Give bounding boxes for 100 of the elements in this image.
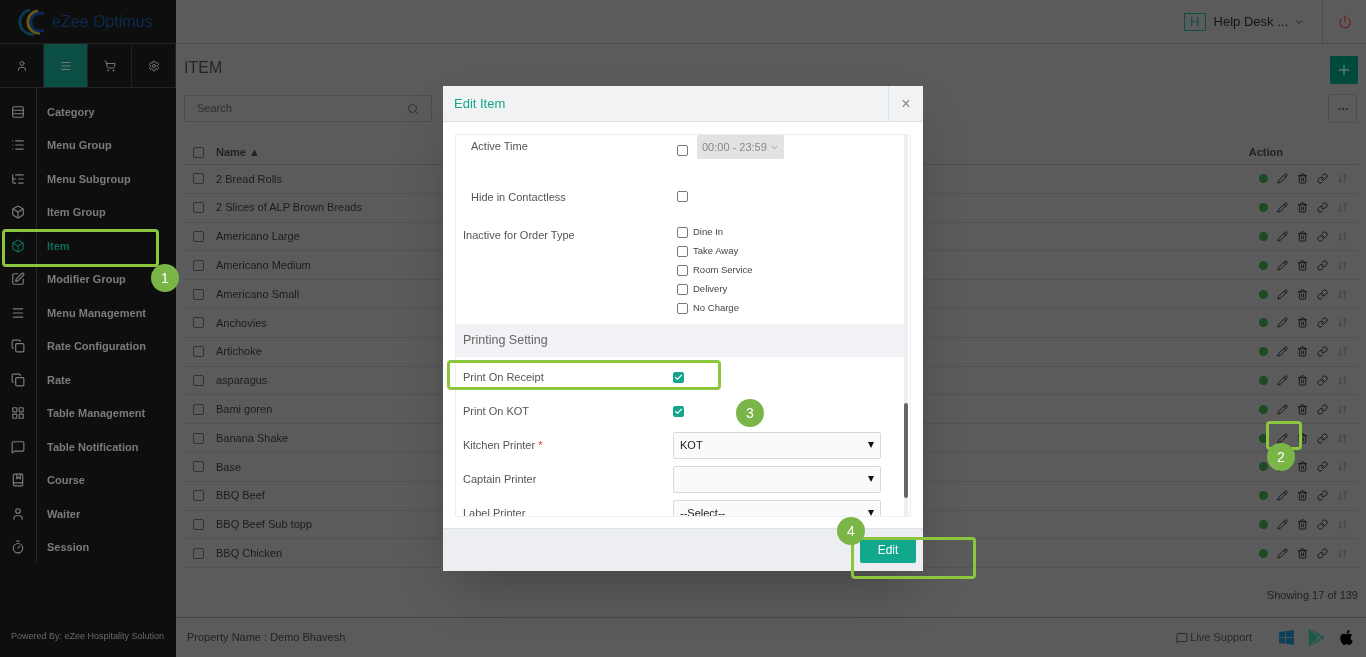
- sidebar-item[interactable]: Session: [0, 530, 94, 564]
- edit-icon[interactable]: [1277, 173, 1288, 185]
- column-header[interactable]: Name ▲: [216, 143, 260, 161]
- sidebar-item[interactable]: Rate Configuration: [0, 329, 150, 363]
- checkbox[interactable]: [193, 146, 204, 158]
- checkbox[interactable]: [193, 490, 204, 502]
- nav-tab[interactable]: [44, 44, 88, 87]
- link-icon[interactable]: [1317, 461, 1328, 473]
- link-icon[interactable]: [1317, 518, 1328, 530]
- rows-icon: [11, 104, 25, 119]
- edit-icon[interactable]: [1277, 346, 1288, 358]
- checkbox[interactable]: [193, 173, 204, 185]
- edit-icon[interactable]: [1277, 259, 1288, 271]
- edit-icon[interactable]: [1277, 288, 1288, 300]
- item-name: Anchovies: [216, 315, 267, 331]
- printer-select[interactable]: [673, 465, 881, 493]
- checkbox[interactable]: [677, 227, 688, 238]
- edit-icon[interactable]: [1277, 403, 1288, 415]
- sidebar-item[interactable]: Item: [0, 229, 74, 263]
- checkbox[interactable]: [193, 432, 204, 444]
- check-icon: [674, 372, 683, 382]
- item-name: Artichoke: [216, 344, 262, 360]
- list-tree-icon: [11, 171, 25, 186]
- add-button[interactable]: [1330, 56, 1358, 84]
- option-label: Dine In: [693, 225, 724, 240]
- printer-select[interactable]: --Select--: [673, 499, 881, 516]
- windows-icon[interactable]: [1278, 629, 1295, 646]
- link-icon[interactable]: [1317, 346, 1328, 358]
- edit-icon[interactable]: [1277, 231, 1288, 242]
- checkbox[interactable]: [673, 405, 684, 417]
- delete-icon[interactable]: [1297, 432, 1308, 444]
- sidebar-item[interactable]: Table Notification: [0, 430, 143, 464]
- checkbox[interactable]: [677, 303, 688, 314]
- edit-icon[interactable]: [1277, 374, 1288, 386]
- item-name: 2 Bread Rolls: [216, 171, 283, 187]
- sidebar-item[interactable]: Item Group: [0, 195, 110, 229]
- link-icon[interactable]: [1317, 374, 1328, 386]
- checkbox[interactable]: [193, 259, 204, 271]
- user-icon: [15, 59, 28, 72]
- checkbox[interactable]: [193, 202, 204, 214]
- checkbox[interactable]: [193, 403, 204, 415]
- edit-icon[interactable]: [1277, 518, 1288, 530]
- cart-icon: [103, 59, 116, 72]
- required-mark: *: [538, 437, 543, 453]
- edit-icon[interactable]: [1277, 547, 1288, 559]
- sidebar-item[interactable]: Course: [0, 463, 89, 497]
- checkbox[interactable]: [193, 461, 204, 473]
- checkbox[interactable]: [193, 231, 204, 242]
- link-icon[interactable]: [1317, 403, 1328, 415]
- printer-select[interactable]: KOT: [673, 431, 881, 459]
- search-icon: [407, 102, 419, 115]
- close-button[interactable]: ×: [888, 86, 923, 121]
- settings-icon: [147, 59, 160, 72]
- caret-icon: [868, 476, 874, 482]
- sidebar-item[interactable]: Rate: [0, 363, 75, 397]
- checkbox[interactable]: [193, 518, 204, 530]
- sidebar-item[interactable]: Menu Subgroup: [0, 162, 135, 196]
- field-label: Print On KOT: [463, 403, 530, 419]
- checkbox[interactable]: [673, 371, 684, 383]
- link-icon[interactable]: [1317, 547, 1328, 559]
- checkbox[interactable]: [677, 191, 688, 202]
- link-icon[interactable]: [1317, 288, 1328, 300]
- edit-icon[interactable]: [1277, 317, 1288, 329]
- link-icon[interactable]: [1317, 259, 1328, 271]
- link-icon[interactable]: [1317, 432, 1328, 444]
- checkbox[interactable]: [193, 547, 204, 559]
- sidebar-item[interactable]: Modifier Group: [0, 262, 130, 296]
- link-icon[interactable]: [1317, 231, 1328, 242]
- link-icon[interactable]: [1317, 202, 1328, 214]
- checkbox[interactable]: [193, 374, 204, 386]
- link-icon[interactable]: [1317, 317, 1328, 329]
- user-badge: H: [1183, 12, 1206, 31]
- checkbox[interactable]: [193, 288, 204, 300]
- link-icon[interactable]: [1317, 490, 1328, 502]
- checkbox[interactable]: [193, 346, 204, 358]
- power-icon[interactable]: [1337, 14, 1352, 29]
- checkbox[interactable]: [677, 265, 688, 276]
- sidebar-item[interactable]: Table Management: [0, 396, 150, 430]
- sidebar-item[interactable]: Category: [0, 95, 99, 129]
- item-name: BBQ Chicken: [216, 546, 283, 561]
- checkbox[interactable]: [193, 317, 204, 329]
- checkbox[interactable]: [677, 246, 688, 257]
- sidebar-item[interactable]: Menu Management: [0, 296, 150, 330]
- check-icon: [674, 406, 683, 416]
- option-label: No Charge: [693, 301, 739, 316]
- field-label: Print On Receipt: [463, 369, 544, 385]
- apple-icon[interactable]: [1338, 629, 1355, 646]
- checkbox[interactable]: [677, 284, 688, 295]
- item-name: 2 Slices of ALP Brown Breads: [216, 200, 362, 216]
- user-menu[interactable]: Help Desk ...: [1213, 11, 1304, 32]
- edit-icon[interactable]: [1277, 202, 1288, 214]
- sidebar-item[interactable]: Menu Group: [0, 128, 116, 162]
- edit-icon[interactable]: [1277, 432, 1288, 444]
- link-icon[interactable]: [1317, 173, 1328, 185]
- sidebar-item[interactable]: Waiter: [0, 497, 85, 531]
- powered-by-text: Powered By: eZee Hospitality Solution: [11, 630, 165, 644]
- item-name: BBQ Beef Sub topp: [216, 517, 312, 533]
- scrollbar-thumb[interactable]: [904, 403, 908, 498]
- edit-icon[interactable]: [1277, 490, 1288, 502]
- menu-icon: [11, 305, 25, 320]
